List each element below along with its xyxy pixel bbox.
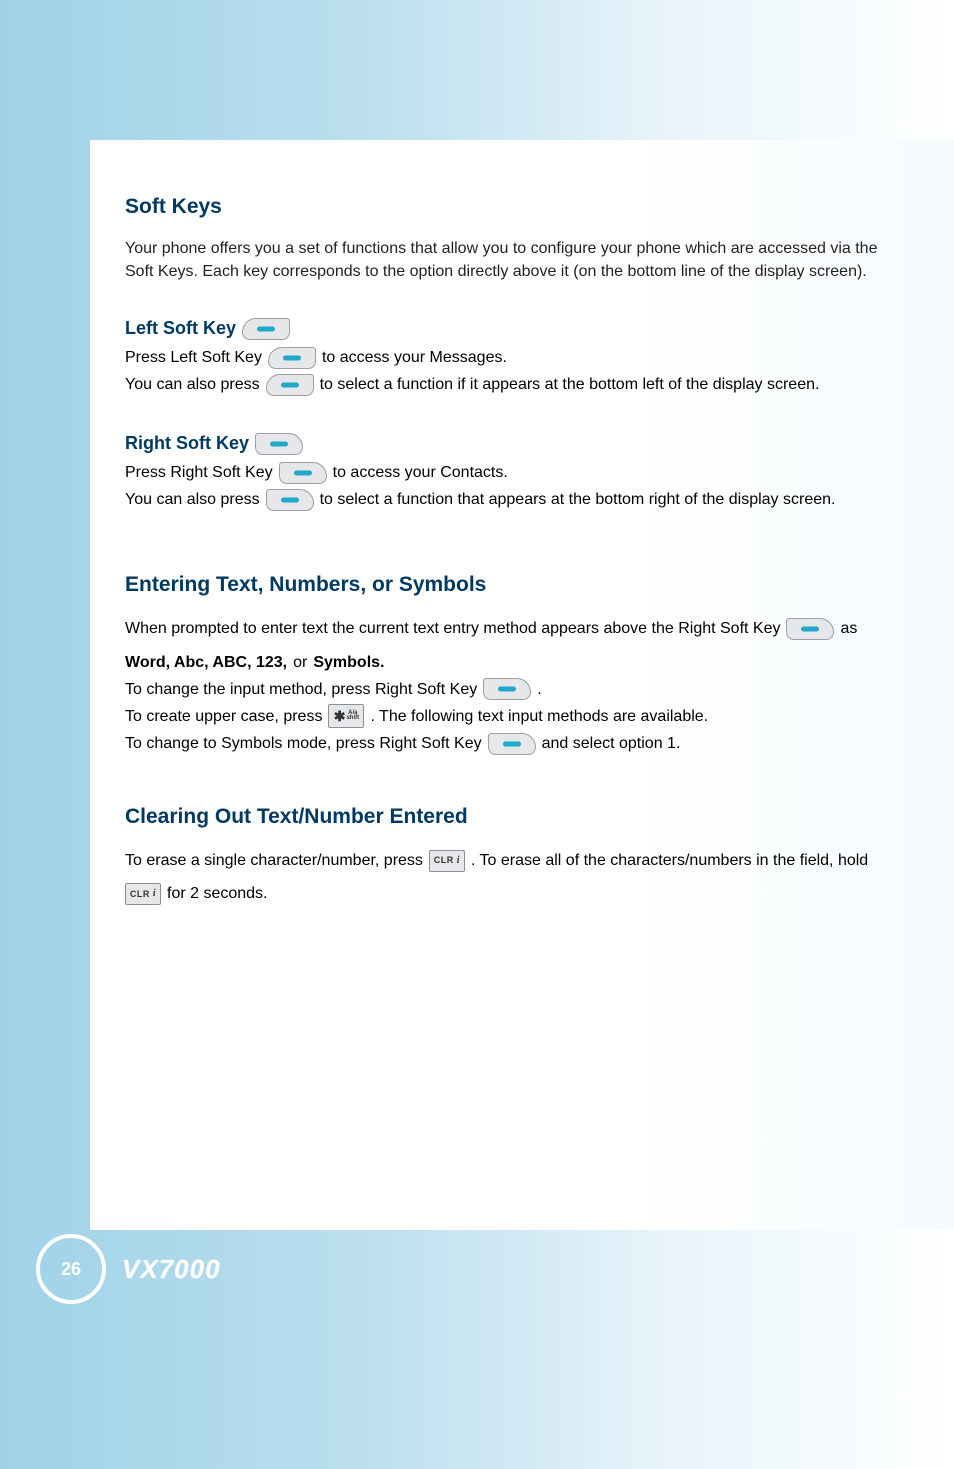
- right-softkey-icon: [266, 489, 314, 511]
- entering-line2: To change the input method, press Right …: [125, 676, 894, 703]
- entering-line1: When prompted to enter text the current …: [125, 615, 894, 675]
- clr-key-icon: CLR i: [125, 883, 161, 905]
- right-softkey-icon: [483, 678, 531, 700]
- text: Press Right Soft Key: [125, 459, 273, 486]
- text: You can also press: [125, 371, 260, 398]
- text: To change the input method, press Right …: [125, 676, 477, 703]
- heading-clearing: Clearing Out Text/Number Entered: [125, 805, 894, 829]
- input-modes: Word, Abc, ABC, 123,: [125, 649, 287, 676]
- text: When prompted to enter text the current …: [125, 615, 780, 642]
- symbols-label: Symbols.: [313, 649, 384, 676]
- right-softkey-line2: You can also press to select a function …: [125, 486, 894, 513]
- subheading-left-softkey: Left Soft Key: [125, 313, 236, 344]
- text: to select a function if it appears at th…: [320, 371, 820, 398]
- text: or: [293, 649, 307, 676]
- entering-line4: To change to Symbols mode, press Right S…: [125, 730, 894, 757]
- page-number-circle: 26: [36, 1234, 106, 1304]
- left-softkey-icon: [242, 318, 290, 340]
- right-softkey-line1: Press Right Soft Key to access your Cont…: [125, 459, 894, 486]
- content-area: Soft Keys Your phone offers you a set of…: [90, 140, 954, 1230]
- left-softkey-line2: You can also press to select a function …: [125, 371, 894, 398]
- entering-line3: To create upper case, press ✱A/ashift . …: [125, 703, 894, 730]
- text: to access your Messages.: [322, 344, 507, 371]
- text: .: [537, 676, 541, 703]
- left-softkey-line1: Press Left Soft Key to access your Messa…: [125, 344, 894, 371]
- text: Press Left Soft Key: [125, 344, 262, 371]
- subheading-right-softkey: Right Soft Key: [125, 428, 249, 459]
- right-softkey-icon: [488, 733, 536, 755]
- text: to select a function that appears at the…: [320, 486, 836, 513]
- left-softkey-icon: [266, 374, 314, 396]
- text: To create upper case, press: [125, 703, 322, 730]
- softkeys-intro: Your phone offers you a set of functions…: [125, 237, 894, 283]
- right-softkey-icon: [255, 433, 303, 455]
- text: to access your Contacts.: [333, 459, 508, 486]
- model-name: VX7000: [122, 1254, 221, 1285]
- text: . The following text input methods are a…: [370, 703, 708, 730]
- clr-key-icon: CLR i: [429, 850, 465, 872]
- right-softkey-title-row: Right Soft Key: [125, 428, 894, 459]
- text: . To erase all of the characters/numbers…: [471, 847, 868, 874]
- text: To erase a single character/number, pres…: [125, 847, 423, 874]
- text: as: [840, 615, 857, 642]
- clearing-line: To erase a single character/number, pres…: [125, 847, 894, 907]
- text: You can also press: [125, 486, 260, 513]
- text: To change to Symbols mode, press Right S…: [125, 730, 482, 757]
- page-number: 26: [61, 1259, 81, 1280]
- manual-page: Soft Keys Your phone offers you a set of…: [0, 0, 954, 1469]
- left-softkey-title-row: Left Soft Key: [125, 313, 894, 344]
- left-softkey-icon: [268, 347, 316, 369]
- right-softkey-icon: [786, 618, 834, 640]
- star-shift-key-icon: ✱A/ashift: [328, 704, 364, 728]
- text: for 2 seconds.: [167, 880, 268, 907]
- heading-soft-keys: Soft Keys: [125, 195, 894, 219]
- heading-entering: Entering Text, Numbers, or Symbols: [125, 573, 894, 597]
- right-softkey-icon: [279, 462, 327, 484]
- text: and select option 1.: [542, 730, 681, 757]
- page-footer: 26 VX7000: [0, 1234, 954, 1304]
